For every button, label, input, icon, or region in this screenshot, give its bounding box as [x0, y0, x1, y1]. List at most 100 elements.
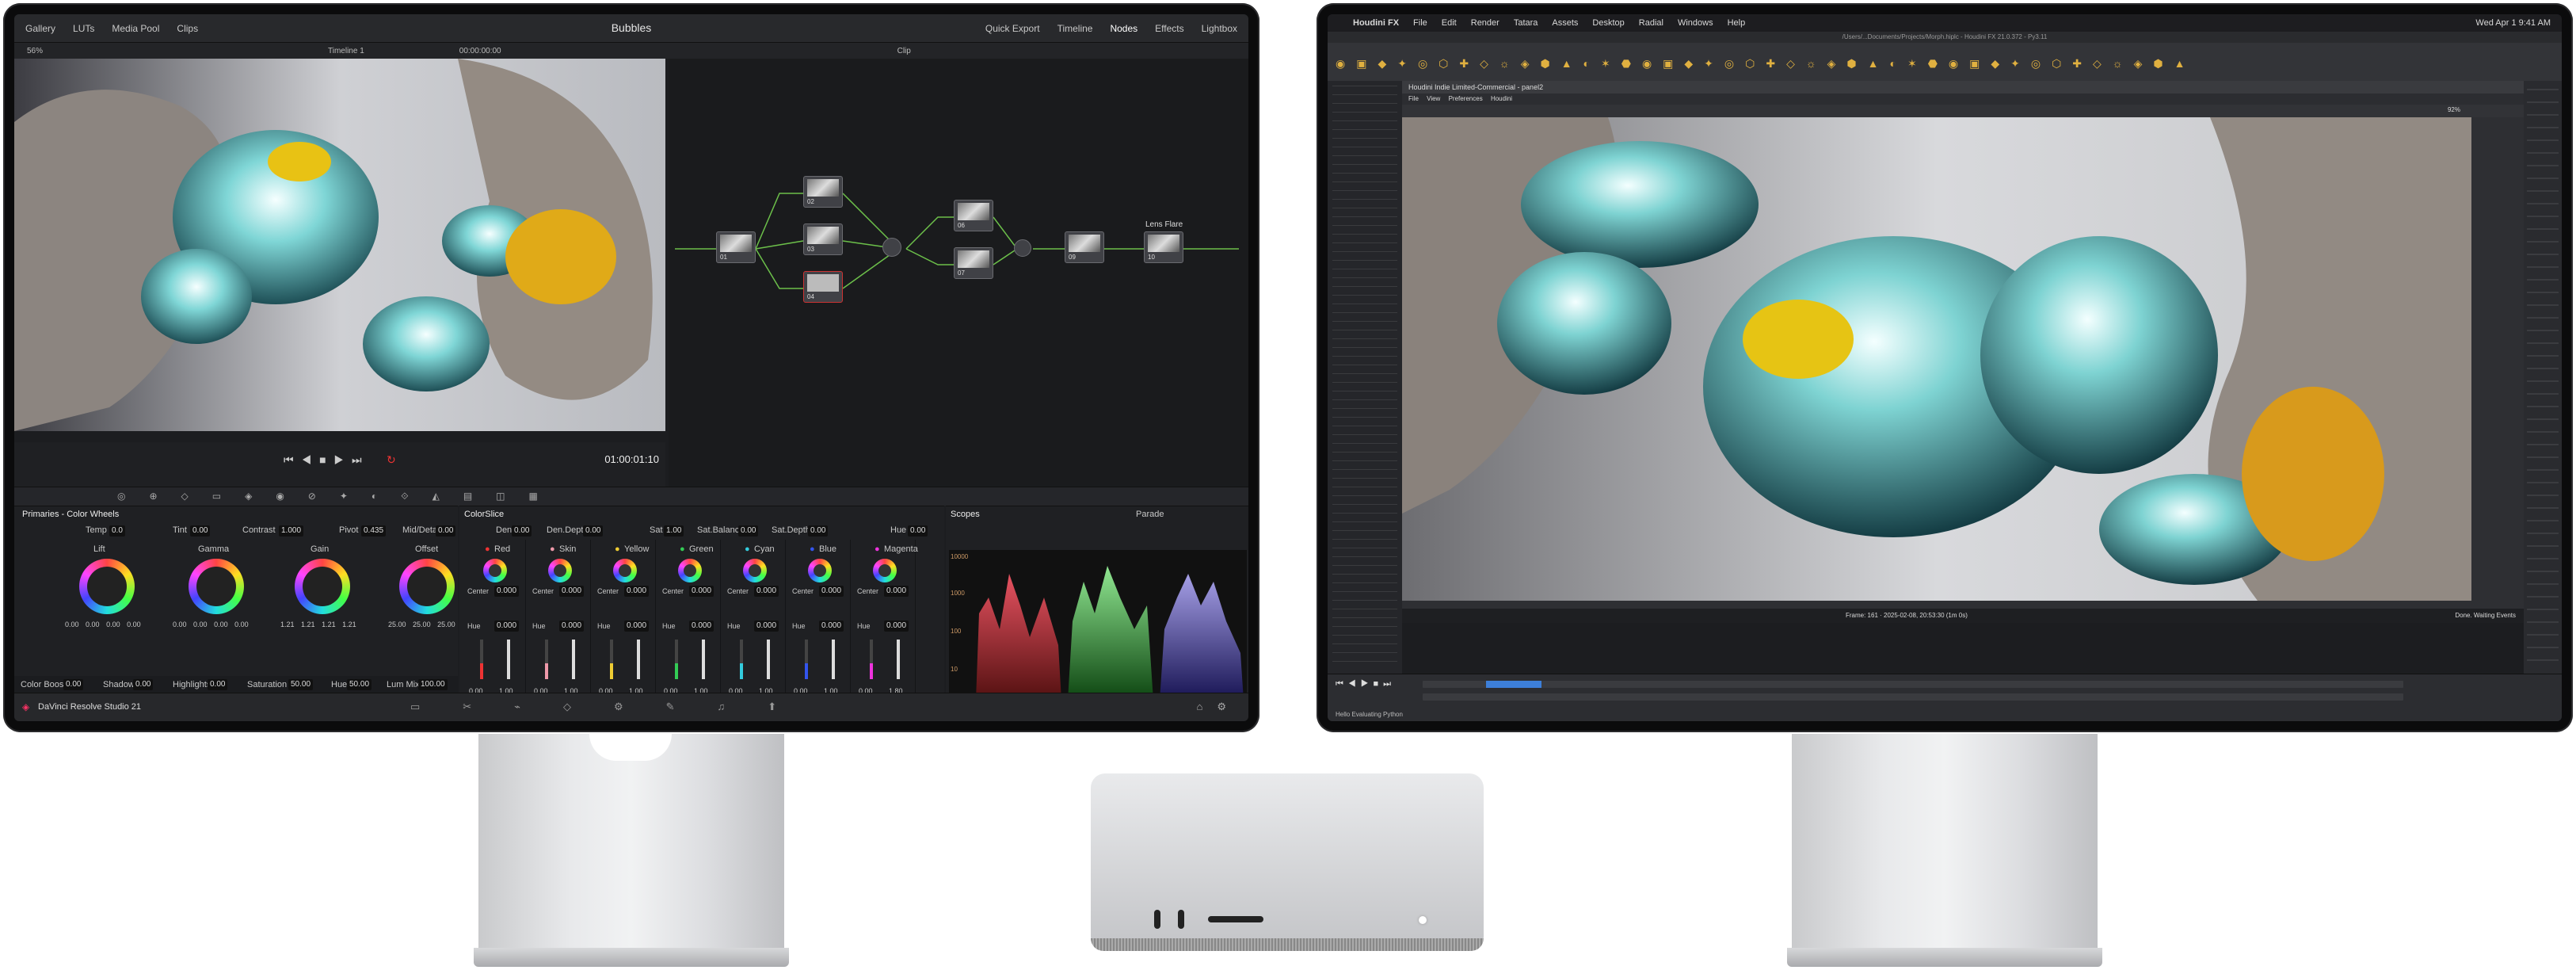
zoom-selector[interactable]: 56% [27, 47, 43, 55]
menu-desktop[interactable]: Desktop [1592, 18, 1624, 28]
slice-wheel[interactable] [483, 559, 507, 582]
render-viewport[interactable]: Houdini Indie Limited-Commercial - panel… [1402, 81, 2524, 623]
den-field[interactable]: 0.00 [512, 525, 532, 537]
slice-hue-field[interactable]: 0.000 [559, 621, 585, 632]
middetail-field[interactable]: 0.00 [436, 525, 456, 537]
slice-hue-field[interactable]: 0.000 [884, 621, 909, 632]
page-tabs-icons[interactable]: ▭✂⌁◇⚙✎♫⬆ [410, 701, 819, 713]
menu-windows[interactable]: Windows [1678, 18, 1713, 28]
menu-app[interactable]: Houdini FX [1353, 18, 1399, 28]
panel-menu-view[interactable]: View [1427, 95, 1440, 102]
menu-edit[interactable]: Edit [1442, 18, 1457, 28]
contrast-field[interactable]: 1.000 [279, 525, 304, 537]
timeline-track[interactable] [1423, 681, 2403, 688]
slice-center-field[interactable]: 0.000 [819, 586, 844, 597]
slice-slider-b[interactable] [572, 640, 575, 679]
node-07[interactable]: 07 [954, 247, 993, 279]
scopes-mode-selector[interactable]: Parade [1136, 510, 1164, 519]
menu-help[interactable]: Help [1728, 18, 1746, 28]
gamma-wheel[interactable] [189, 559, 244, 614]
menu-render[interactable]: Render [1471, 18, 1499, 28]
menu-tatara[interactable]: Tatara [1514, 18, 1538, 28]
sat-field[interactable]: 1.00 [664, 525, 684, 537]
slice-slider-b[interactable] [637, 640, 640, 679]
slice-center-field[interactable]: 0.000 [494, 586, 520, 597]
slice-wheel[interactable] [873, 559, 897, 582]
home-settings-icons[interactable]: ⌂⚙ [1196, 701, 1240, 713]
slice-slider-b[interactable] [702, 640, 705, 679]
node-06[interactable]: 06 [954, 200, 993, 231]
loop-icon[interactable]: ↻ [387, 453, 396, 467]
slice-center-field[interactable]: 0.000 [624, 586, 650, 597]
tab-clips[interactable]: Clips [177, 23, 198, 34]
slice-wheel[interactable] [613, 559, 637, 582]
parameter-strip[interactable] [2524, 81, 2562, 674]
slice-slider-b[interactable] [897, 640, 900, 679]
slice-center-field[interactable]: 0.000 [754, 586, 779, 597]
node-10[interactable]: 10 [1144, 231, 1183, 263]
panel-menu-preferences[interactable]: Preferences [1449, 95, 1483, 102]
scene-tree[interactable] [1328, 81, 1402, 674]
highlights-field[interactable]: 0.00 [208, 679, 228, 690]
tab-effects[interactable]: Effects [1155, 23, 1183, 34]
slice-hue-field[interactable]: 0.000 [689, 621, 714, 632]
clip-viewer[interactable]: ⏮◀■▶⏭ ↻ 01:00:01:10 [14, 59, 665, 487]
shelf-tool-icons[interactable]: ◉▣◆✦◎⬡✚◇☼◈⬢▲◐✶⬣◉▣◆✦◎⬡✚◇☼◈⬢▲◐✶⬣◉▣◆✦◎⬡✚◇☼◈… [1336, 57, 2196, 71]
viewport-zoom[interactable]: 92% [2448, 106, 2460, 113]
panel-menu-file[interactable]: File [1408, 95, 1419, 102]
slice-hue-field[interactable]: 0.000 [754, 621, 779, 632]
timeline-selector[interactable]: Timeline 1 [328, 47, 364, 55]
slice-center-field[interactable]: 0.000 [689, 586, 714, 597]
menu-file[interactable]: File [1413, 18, 1427, 28]
viewer-scrubber[interactable] [14, 431, 665, 442]
gain-wheel[interactable] [295, 559, 350, 614]
temp-field[interactable]: 0.0 [109, 525, 125, 537]
tab-media-pool[interactable]: Media Pool [112, 23, 159, 34]
tab-gallery[interactable]: Gallery [25, 23, 55, 34]
panel-menu-houdini[interactable]: Houdini [1491, 95, 1512, 102]
slice-hue-field[interactable]: 0.000 [624, 621, 650, 632]
tab-lightbox[interactable]: Lightbox [1202, 23, 1237, 34]
slice-center-field[interactable]: 0.000 [559, 586, 585, 597]
color-boost-field[interactable]: 0.00 [63, 679, 84, 690]
slice-slider-b[interactable] [767, 640, 770, 679]
hue-field[interactable]: 50.00 [347, 679, 372, 690]
saturation-field[interactable]: 50.00 [288, 679, 314, 690]
slice-wheel[interactable] [808, 559, 832, 582]
node-04[interactable]: 04 [803, 271, 843, 303]
slice-hue-field[interactable]: 0.000 [819, 621, 844, 632]
slice-slider-b[interactable] [832, 640, 835, 679]
tab-nodes[interactable]: Nodes [1110, 23, 1137, 34]
node-mode-selector[interactable]: Clip [897, 47, 911, 55]
slice-center-field[interactable]: 0.000 [884, 586, 909, 597]
offset-wheel[interactable] [399, 559, 455, 614]
sat-balance-field[interactable]: 0.00 [738, 525, 759, 537]
tab-timeline[interactable]: Timeline [1057, 23, 1093, 34]
node-08[interactable] [1014, 239, 1031, 257]
slice-slider-b[interactable] [507, 640, 510, 679]
tab-luts[interactable]: LUTs [73, 23, 94, 34]
cs-hue-field[interactable]: 0.00 [908, 525, 928, 537]
menu-assets[interactable]: Assets [1552, 18, 1578, 28]
slice-wheel[interactable] [743, 559, 767, 582]
playbar[interactable]: ⏮◀▶■⏭ Hello Evaluating Python [1328, 674, 2562, 721]
lum-mix-field[interactable]: 100.00 [418, 679, 448, 690]
playback-controls[interactable]: ⏮◀▶■⏭ [1336, 679, 1396, 689]
tint-field[interactable]: 0.00 [190, 525, 211, 537]
menu-radial[interactable]: Radial [1639, 18, 1663, 28]
node-graph[interactable]: 01 02 03 04 06 07 09 Lens Flare 10 [669, 59, 1248, 487]
lift-wheel[interactable] [79, 559, 135, 614]
node-02[interactable]: 02 [803, 176, 843, 208]
node-01[interactable]: 01 [716, 231, 756, 263]
slice-wheel[interactable] [678, 559, 702, 582]
slice-wheel[interactable] [548, 559, 572, 582]
slice-hue-field[interactable]: 0.000 [494, 621, 520, 632]
den-depth-field[interactable]: 0.00 [583, 525, 604, 537]
sat-depth-field[interactable]: 0.00 [808, 525, 829, 537]
node-05[interactable] [882, 238, 901, 257]
palette-icons[interactable]: ◎⊕◇▭◈◉⊘✦◐⟐◭▤◫▦ [117, 491, 562, 502]
pivot-field[interactable]: 0.435 [361, 525, 387, 537]
timeline-range[interactable] [1423, 693, 2403, 701]
node-09[interactable]: 09 [1065, 231, 1104, 263]
shadows-field[interactable]: 0.00 [133, 679, 154, 690]
